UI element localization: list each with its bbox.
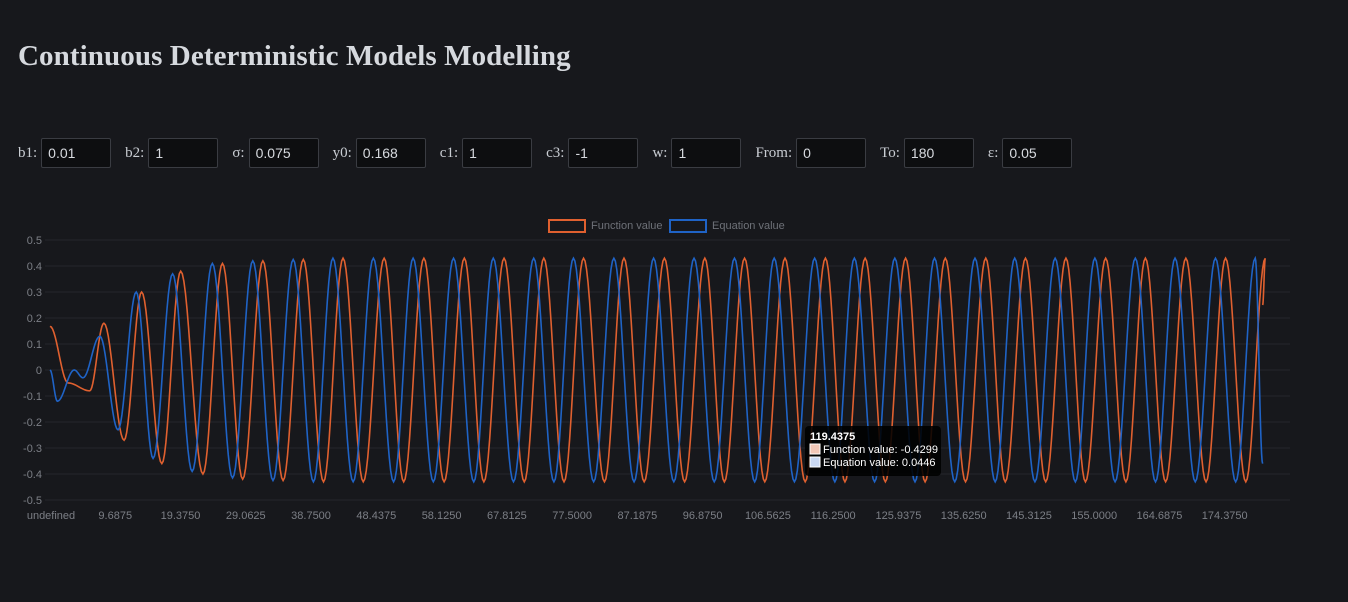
- y-tick-label: -0.5: [23, 495, 42, 507]
- x-tick-label: 106.5625: [745, 510, 791, 522]
- param-label: w:: [652, 144, 668, 161]
- legend-swatch: [669, 219, 707, 233]
- param-group: b2:: [125, 138, 219, 168]
- x-tick-label: 19.3750: [161, 510, 201, 522]
- param-input[interactable]: [903, 138, 974, 168]
- x-tick-label: 77.5000: [552, 510, 592, 522]
- y-tick-label: 0.5: [27, 235, 42, 247]
- param-group: y0:: [333, 138, 426, 168]
- param-input[interactable]: [41, 138, 112, 168]
- x-tick-label: 29.0625: [226, 510, 266, 522]
- tooltip-line: Function value: -0.4299: [823, 444, 938, 456]
- y-tick-label: -0.2: [23, 417, 42, 429]
- param-group: ε:: [987, 138, 1073, 168]
- x-tick-label: 174.3750: [1202, 510, 1248, 522]
- param-label: b2:: [125, 144, 145, 161]
- x-tick-label: 164.6875: [1137, 510, 1183, 522]
- param-label: From:: [755, 144, 793, 161]
- param-input[interactable]: [355, 138, 426, 168]
- x-tick-label: 145.3125: [1006, 510, 1052, 522]
- y-tick-label: -0.4: [23, 469, 42, 481]
- x-tick-label: 125.9375: [875, 510, 921, 522]
- x-tick-label: 67.8125: [487, 510, 527, 522]
- param-label: y0:: [332, 144, 352, 161]
- tooltip-line: Equation value: 0.0446: [823, 457, 936, 469]
- param-input[interactable]: [796, 138, 867, 168]
- x-tick-label: 48.4375: [356, 510, 396, 522]
- x-tick-label: undefined: [27, 510, 75, 522]
- legend-label: Equation value: [712, 220, 785, 232]
- param-group: c1:: [439, 138, 533, 168]
- param-input[interactable]: [671, 138, 742, 168]
- param-group: To:: [880, 138, 974, 168]
- y-tick-label: 0.3: [27, 287, 42, 299]
- x-tick-label: 9.6875: [98, 510, 132, 522]
- x-tick-label: 135.6250: [941, 510, 987, 522]
- param-group: b1:: [18, 138, 112, 168]
- tooltip-title: 119.4375: [810, 431, 855, 443]
- x-tick-label: 58.1250: [422, 510, 462, 522]
- param-label: To:: [880, 144, 900, 161]
- x-tick-label: 116.2500: [811, 510, 856, 522]
- parameter-bar: b1: b2: σ: y0: c1: c3: w: From: To: ε:: [18, 137, 1086, 169]
- param-input[interactable]: [1002, 138, 1073, 168]
- y-tick-label: 0.2: [27, 313, 42, 325]
- x-tick-label: 155.0000: [1071, 510, 1117, 522]
- y-tick-label: 0: [36, 365, 42, 377]
- legend-label: Function value: [591, 220, 663, 232]
- x-tick-label: 87.1875: [617, 510, 657, 522]
- param-input[interactable]: [148, 138, 219, 168]
- x-tick-label: 38.7500: [291, 510, 331, 522]
- param-group: From:: [755, 138, 867, 168]
- line-chart: 0.5 0.4 0.3 0.2 0.1 0 -0.1 -0.2 -0.3 -0.4 -0.5 unde…: [23, 219, 1290, 522]
- tooltip-swatch: [809, 456, 821, 468]
- param-label: b1:: [18, 144, 38, 161]
- param-label: ε:: [987, 144, 999, 161]
- page-title: Continuous Deterministic Models Modellin…: [18, 40, 571, 72]
- legend-swatch: [548, 219, 586, 233]
- param-group: c3:: [546, 138, 639, 168]
- param-group: σ:: [232, 138, 319, 168]
- y-tick-label: -0.1: [23, 391, 42, 403]
- y-tick-label: 0.1: [27, 339, 42, 351]
- param-label: c3:: [546, 144, 565, 161]
- param-label: c1:: [439, 144, 459, 161]
- param-group: w:: [652, 138, 742, 168]
- param-input[interactable]: [462, 138, 533, 168]
- y-tick-label: 0.4: [27, 261, 42, 273]
- param-input[interactable]: [568, 138, 639, 168]
- y-tick-label: -0.3: [23, 443, 42, 455]
- tooltip-swatch: [809, 443, 821, 455]
- param-input[interactable]: [248, 138, 319, 168]
- x-tick-label: 96.8750: [683, 510, 723, 522]
- param-label: σ:: [232, 144, 245, 161]
